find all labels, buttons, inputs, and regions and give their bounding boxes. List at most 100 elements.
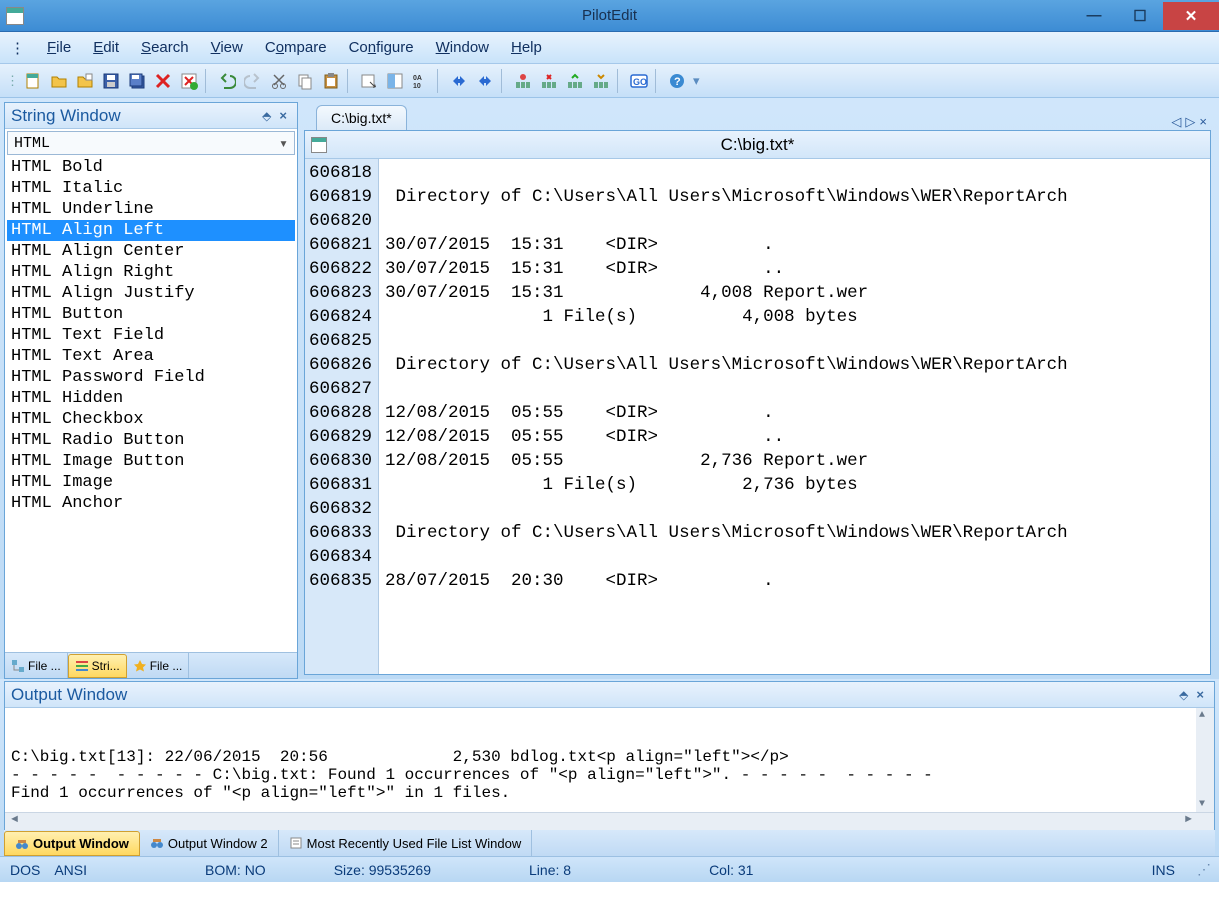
- open-folder-icon[interactable]: [47, 69, 71, 93]
- string-item[interactable]: HTML Checkbox: [7, 409, 295, 430]
- open-multi-icon[interactable]: [73, 69, 97, 93]
- string-item[interactable]: HTML Image Button: [7, 451, 295, 472]
- select-word-icon[interactable]: [357, 69, 381, 93]
- output-section: Output Window ⬘ × C:\big.txt[13]: 22/06/…: [0, 679, 1219, 856]
- output-panel: Output Window ⬘ × C:\big.txt[13]: 22/06/…: [4, 681, 1215, 830]
- file-list-icon: [289, 836, 303, 850]
- string-item[interactable]: HTML Align Center: [7, 241, 295, 262]
- star-icon: [133, 659, 147, 673]
- string-item[interactable]: HTML Align Left: [7, 220, 295, 241]
- tree-icon: [11, 659, 25, 673]
- menu-window[interactable]: Window: [436, 39, 489, 56]
- sidebar-tabs: File ... Stri... File ...: [5, 652, 297, 678]
- undo-icon[interactable]: [215, 69, 239, 93]
- pin-icon[interactable]: ⬘: [258, 109, 275, 123]
- sidebar-tab-file1[interactable]: File ...: [5, 653, 68, 678]
- sidebar-tab-string[interactable]: Stri...: [68, 654, 127, 678]
- close-all-icon[interactable]: [177, 69, 201, 93]
- go-icon[interactable]: GO: [627, 69, 651, 93]
- string-item[interactable]: HTML Italic: [7, 178, 295, 199]
- maximize-button[interactable]: ☐: [1117, 2, 1163, 30]
- output-tab-mru[interactable]: Most Recently Used File List Window: [279, 830, 533, 856]
- toolbar: ⋮ 0A10 GO ? ▾: [0, 64, 1219, 98]
- svg-text:0A: 0A: [413, 75, 422, 82]
- bookmark2-icon[interactable]: [537, 69, 561, 93]
- hex-icon[interactable]: 0A10: [409, 69, 433, 93]
- status-enc2: ANSI: [54, 862, 87, 878]
- output-body[interactable]: C:\big.txt[13]: 22/06/2015 20:56 2,530 b…: [5, 708, 1214, 812]
- back-icon[interactable]: [473, 69, 497, 93]
- forward-icon[interactable]: [447, 69, 471, 93]
- panel-close-icon[interactable]: ×: [275, 108, 291, 123]
- grip-icon: ⋮: [6, 73, 19, 89]
- menu-search[interactable]: Search: [141, 39, 189, 56]
- string-item[interactable]: HTML Align Right: [7, 262, 295, 283]
- string-item[interactable]: HTML Password Field: [7, 367, 295, 388]
- status-ins: INS: [1152, 862, 1175, 878]
- status-bom: BOM: NO: [205, 862, 266, 878]
- close-tab-icon[interactable]: ×: [1199, 114, 1207, 130]
- menu-edit[interactable]: Edit: [93, 39, 119, 56]
- new-file-icon[interactable]: [21, 69, 45, 93]
- menu-help[interactable]: Help: [511, 39, 542, 56]
- string-window-title: String Window: [11, 106, 121, 126]
- window-buttons: — ☐ ✕: [1071, 2, 1219, 30]
- editor-tab[interactable]: C:\big.txt*: [316, 105, 407, 130]
- code-lines[interactable]: Directory of C:\Users\All Users\Microsof…: [379, 159, 1210, 674]
- svg-text:?: ?: [674, 76, 681, 88]
- status-col: Col: 31: [709, 862, 753, 878]
- string-item[interactable]: HTML Anchor: [7, 493, 295, 514]
- pin-icon[interactable]: ⬘: [1175, 688, 1192, 702]
- string-dropdown[interactable]: HTML: [7, 131, 295, 155]
- toolbar-overflow-icon[interactable]: ▾: [693, 73, 700, 89]
- document-icon: [311, 137, 327, 153]
- close-button[interactable]: ✕: [1163, 2, 1219, 30]
- string-item[interactable]: HTML Image: [7, 472, 295, 493]
- string-item[interactable]: HTML Text Area: [7, 346, 295, 367]
- string-item[interactable]: HTML Bold: [7, 157, 295, 178]
- column-mode-icon[interactable]: [383, 69, 407, 93]
- redo-icon[interactable]: [241, 69, 265, 93]
- horizontal-scrollbar[interactable]: [5, 812, 1214, 830]
- string-item[interactable]: HTML Hidden: [7, 388, 295, 409]
- output-tab-1[interactable]: Output Window: [4, 831, 140, 856]
- output-title: Output Window: [11, 685, 127, 705]
- string-item[interactable]: HTML Text Field: [7, 325, 295, 346]
- resize-grip-icon[interactable]: ⋰: [1197, 861, 1209, 878]
- output-tabs: Output Window Output Window 2 Most Recen…: [4, 830, 1215, 856]
- document-title: C:\big.txt*: [721, 135, 795, 155]
- menu-compare[interactable]: Compare: [265, 39, 327, 56]
- bookmark3-icon[interactable]: [563, 69, 587, 93]
- paste-icon[interactable]: [319, 69, 343, 93]
- vertical-scrollbar[interactable]: [1196, 708, 1214, 812]
- menubar: ⋮ File Edit Search View Compare Configur…: [0, 32, 1219, 64]
- string-item[interactable]: HTML Button: [7, 304, 295, 325]
- bookmark4-icon[interactable]: [589, 69, 613, 93]
- menu-file[interactable]: File: [47, 39, 71, 56]
- bookmark1-icon[interactable]: [511, 69, 535, 93]
- menu-view[interactable]: View: [211, 39, 243, 56]
- string-list[interactable]: HTML BoldHTML ItalicHTML UnderlineHTML A…: [7, 157, 295, 652]
- string-item[interactable]: HTML Align Justify: [7, 283, 295, 304]
- cut-icon[interactable]: [267, 69, 291, 93]
- line-gutter: 6068186068196068206068216068226068236068…: [305, 159, 379, 674]
- save-icon[interactable]: [99, 69, 123, 93]
- status-size: Size: 99535269: [334, 862, 431, 878]
- save-all-icon[interactable]: [125, 69, 149, 93]
- string-item[interactable]: HTML Underline: [7, 199, 295, 220]
- next-tab-icon[interactable]: ▷: [1185, 114, 1195, 130]
- code-area[interactable]: 6068186068196068206068216068226068236068…: [305, 159, 1210, 674]
- editor-body: C:\big.txt* 6068186068196068206068216068…: [304, 130, 1211, 675]
- binocular-icon: [15, 837, 29, 851]
- string-item[interactable]: HTML Radio Button: [7, 430, 295, 451]
- help-icon[interactable]: ?: [665, 69, 689, 93]
- prev-tab-icon[interactable]: ◁: [1171, 114, 1181, 130]
- sidebar-tab-file2[interactable]: File ...: [127, 653, 190, 678]
- panel-close-icon[interactable]: ×: [1192, 687, 1208, 702]
- minimize-button[interactable]: —: [1071, 2, 1117, 30]
- output-tab-2[interactable]: Output Window 2: [140, 830, 279, 856]
- menu-configure[interactable]: Configure: [349, 39, 414, 56]
- close-red-icon[interactable]: [151, 69, 175, 93]
- editor-panel: C:\big.txt* ◁ ▷ × C:\big.txt* 6068186068…: [304, 102, 1215, 679]
- copy-icon[interactable]: [293, 69, 317, 93]
